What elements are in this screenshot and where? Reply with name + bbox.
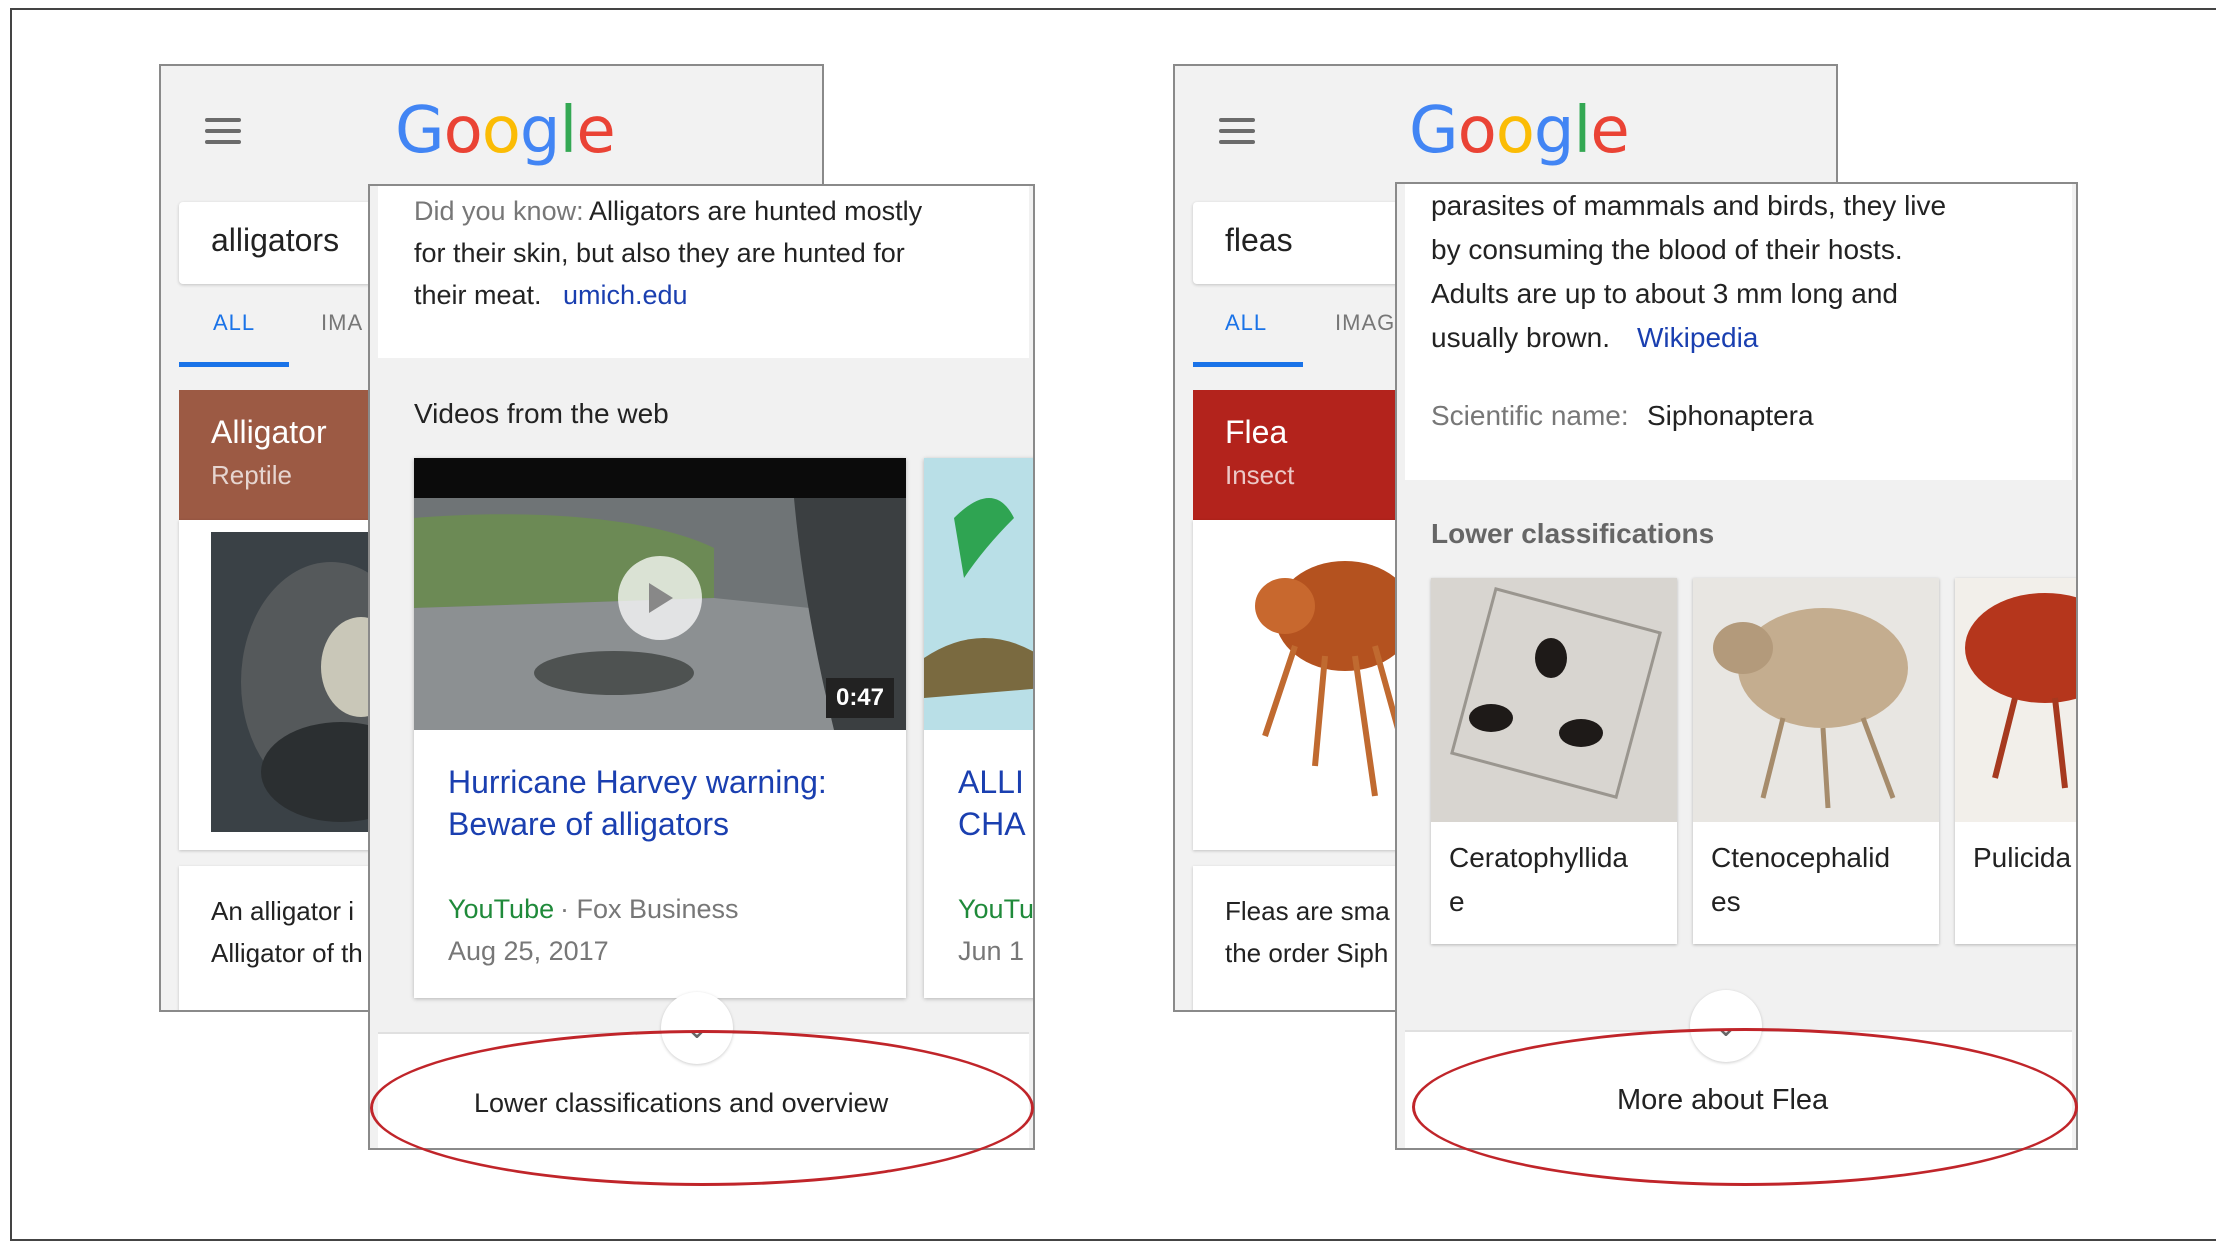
ctenocephalides-image [1693, 578, 1939, 822]
chevron-down-icon[interactable]: ⌄ [661, 992, 733, 1064]
desc-line-1: parasites of mammals and birds, they liv… [1431, 190, 1947, 221]
classification-label-3: Pulicida [1973, 842, 2072, 873]
classification-label-1: Ceratophyllida e [1449, 842, 1628, 917]
scientific-name-value: Siphonaptera [1647, 400, 1814, 431]
video-source-2: YouTu [958, 894, 1035, 924]
desc-line-3: Adults are up to about 3 mm long and [1431, 278, 1898, 309]
video-title-1-line-1[interactable]: Hurricane Harvey warning: [448, 764, 827, 801]
video-date-2: Jun 1 [958, 936, 1025, 966]
video-source-1: YouTube [448, 894, 555, 924]
more-link-label[interactable]: Lower classifications and overview [474, 1088, 888, 1119]
videos-section-title: Videos from the web [414, 398, 669, 429]
entity-title: Flea [1225, 414, 1288, 450]
play-icon[interactable] [618, 556, 702, 640]
ceratophyllidae-image [1431, 578, 1677, 822]
classification-card-1[interactable]: Ceratophyllida e [1431, 578, 1677, 944]
menu-icon[interactable] [1219, 118, 1255, 144]
search-query[interactable]: alligators [211, 222, 339, 259]
classification-label-2: Ctenocephalid es [1711, 842, 1891, 917]
video-duration-badge-1: 0:47 [826, 678, 894, 718]
classification-card-3[interactable]: Pulicida [1955, 578, 2076, 944]
wikipedia-link[interactable]: Wikipedia [1637, 322, 1758, 354]
desc-line-4: usually brown. [1431, 322, 1610, 353]
classification-card-2[interactable]: Ctenocephalid es [1693, 578, 1939, 944]
google-logo[interactable]: Google [1409, 94, 1630, 168]
entity-type: Insect [1225, 460, 1295, 490]
video-card-1[interactable]: 0:47 Hurricane Harvey warning: Beware of… [414, 458, 906, 998]
tab-images[interactable]: IMAG [1335, 310, 1395, 336]
video-title-2-line-2[interactable]: CHA [958, 806, 1026, 843]
description-line-2: the order Siph [1225, 938, 1389, 968]
fact-source-link[interactable]: umich.edu [563, 280, 688, 311]
video-title-2-line-1[interactable]: ALLI [958, 764, 1024, 801]
left-overlay-card: Did you know: Alligators are hunted most… [368, 184, 1035, 1150]
fact-line-1-text: Alligators are hunted mostly [589, 196, 923, 226]
fact-line-3: their meat. [414, 280, 542, 310]
fact-line-2: for their skin, but also they are hunted… [414, 238, 905, 268]
more-link-label[interactable]: More about Flea [1617, 1084, 1828, 1117]
entity-title: Alligator [211, 414, 327, 450]
entity-type: Reptile [211, 460, 292, 490]
video-channel-1: · Fox Business [560, 894, 739, 924]
right-overlay-card: parasites of mammals and birds, they liv… [1395, 182, 2078, 1150]
description-line-2: Alligator of th [211, 938, 363, 968]
description-line-1: An alligator i [211, 896, 355, 926]
search-query[interactable]: fleas [1225, 222, 1293, 259]
desc-line-2: by consuming the blood of their hosts. [1431, 234, 1903, 265]
menu-icon[interactable] [205, 118, 241, 144]
active-tab-indicator [179, 362, 289, 367]
alligator-image[interactable] [211, 532, 391, 832]
description-line-1: Fleas are sma [1225, 896, 1390, 926]
lower-classifications-title: Lower classifications [1431, 518, 1715, 549]
fact-prefix: Did you know: [414, 196, 584, 226]
pulicidae-image [1955, 578, 2076, 822]
chevron-down-icon[interactable]: ⌄ [1690, 990, 1762, 1062]
video-title-1-line-2[interactable]: Beware of alligators [448, 806, 729, 843]
active-tab-indicator [1193, 362, 1303, 367]
video-date-1: Aug 25, 2017 [448, 936, 609, 966]
scientific-name-label: Scientific name: [1431, 400, 1629, 431]
tab-all[interactable]: ALL [213, 310, 255, 336]
google-logo[interactable]: Google [395, 94, 616, 168]
tab-images[interactable]: IMA [321, 310, 363, 336]
flea-image[interactable] [1225, 536, 1405, 826]
tab-all[interactable]: ALL [1225, 310, 1267, 336]
video-card-2[interactable]: ALLI CHA YouTu Jun 1 [924, 458, 1035, 998]
video-thumbnail-2[interactable] [924, 458, 1035, 730]
